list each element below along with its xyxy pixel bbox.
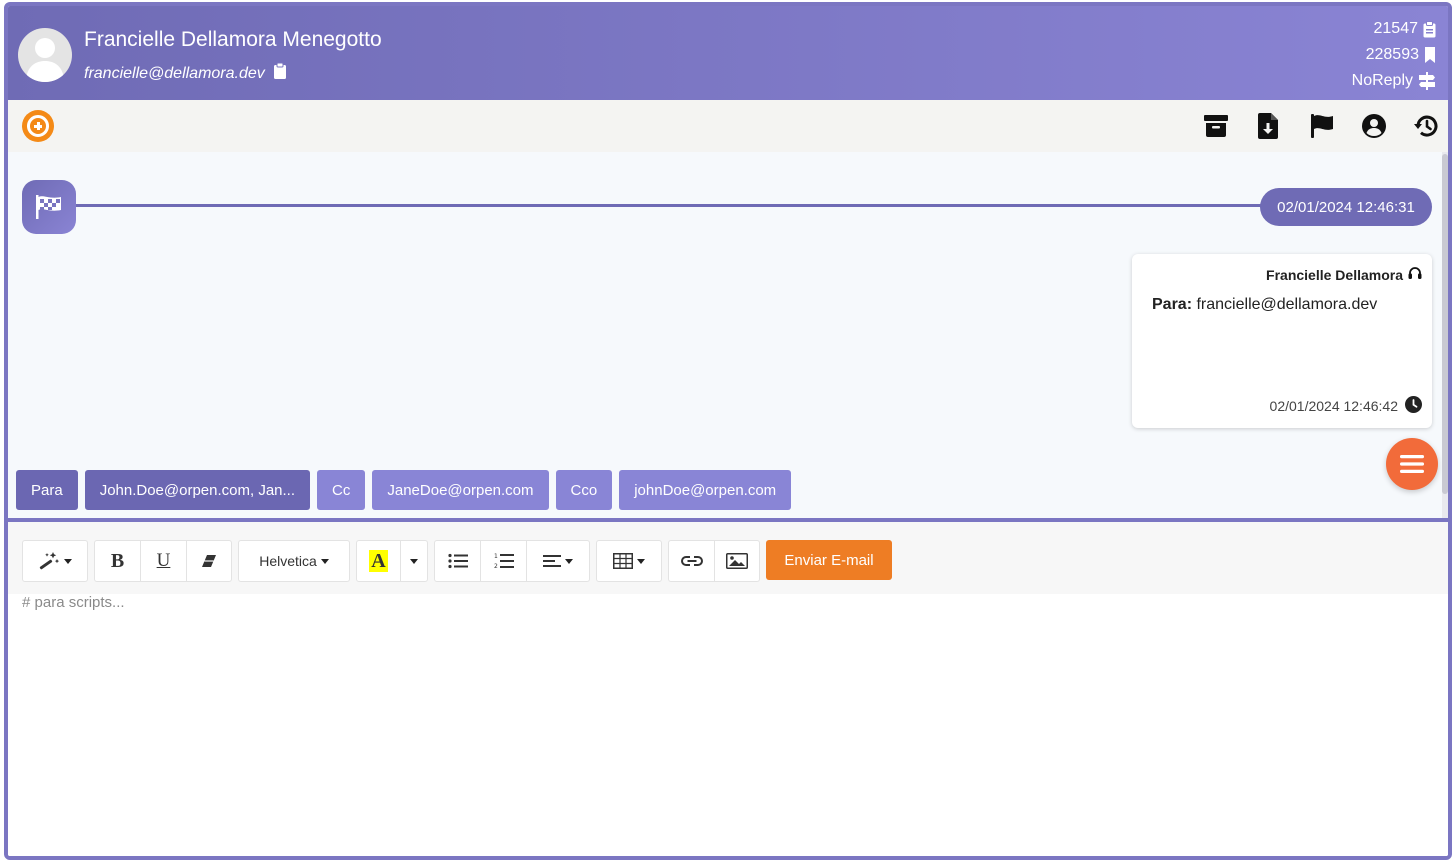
align-button[interactable]: [527, 541, 589, 581]
conversation-scrollbar[interactable]: [1442, 152, 1448, 518]
bookmark-icon: [1424, 47, 1436, 63]
bars-icon: [1400, 455, 1424, 473]
timeline-line: [70, 204, 1270, 207]
para-label-chip[interactable]: Para: [16, 470, 78, 510]
highlight-color-button[interactable]: A: [357, 541, 401, 581]
color-dropdown-button[interactable]: [401, 541, 427, 581]
plus-circle-icon: [27, 115, 49, 137]
style-group: [22, 540, 88, 582]
send-email-button[interactable]: Enviar E-mail: [766, 540, 892, 580]
clear-format-button[interactable]: [187, 541, 231, 581]
bold-button[interactable]: B: [95, 541, 141, 581]
cc-value-chip[interactable]: JaneDoe@orpen.com: [372, 470, 549, 510]
ticket-count-value: 21547: [1373, 20, 1419, 37]
paragraph-group: 12: [434, 540, 590, 582]
color-group: A: [356, 540, 428, 582]
editor-toolbar: B U Helvetica A 1 2 Enviar E-mail: [8, 522, 1448, 594]
signpost-icon: [1418, 72, 1436, 90]
recipient-chips: Para John.Doe@orpen.com, Jan... Cc JaneD…: [16, 470, 792, 510]
magic-wand-icon: [39, 552, 60, 570]
protocol-number: 228593: [1366, 46, 1436, 64]
highlight-color-preview: A: [369, 550, 388, 572]
headset-icon: [1408, 266, 1422, 283]
contact-email: francielle@dellamora.dev: [84, 62, 287, 85]
insert-group: [668, 540, 760, 582]
conversation-area: 02/01/2024 12:46:31 Francielle Dellamora…: [8, 152, 1448, 518]
table-icon: [613, 553, 633, 569]
image-icon: [726, 553, 748, 569]
clipboard-icon: [1423, 20, 1436, 38]
svg-text:2: 2: [494, 563, 498, 570]
message-time: 02/01/2024 12:46:42: [1270, 396, 1422, 416]
svg-text:1: 1: [494, 553, 498, 560]
font-family-group: Helvetica: [238, 540, 350, 582]
para-value-chip[interactable]: John.Doe@orpen.com, Jan...: [84, 470, 311, 510]
magic-style-button[interactable]: [23, 541, 87, 581]
message-sender: Francielle Dellamora: [1266, 266, 1422, 283]
email-window: Francielle Dellamora Menegotto franciell…: [4, 2, 1452, 860]
editor-body-placeholder[interactable]: # para scripts...: [22, 594, 125, 611]
history-icon[interactable]: [1412, 112, 1440, 140]
font-family-select[interactable]: Helvetica: [239, 541, 349, 581]
insert-link-button[interactable]: [669, 541, 715, 581]
reply-status: NoReply: [1352, 72, 1436, 90]
align-left-icon: [543, 555, 561, 567]
add-button[interactable]: [22, 110, 54, 142]
message-time-value: 02/01/2024 12:46:42: [1269, 398, 1398, 414]
menu-fab-button[interactable]: [1386, 438, 1438, 490]
table-group: [596, 540, 662, 582]
ticket-count: 21547: [1374, 20, 1437, 38]
scrollbar-thumb[interactable]: [1442, 154, 1448, 494]
email-editor: B U Helvetica A 1 2 Enviar E-mail # para…: [8, 522, 1448, 856]
clipboard-icon[interactable]: [273, 62, 287, 85]
font-family-value: Helvetica: [259, 553, 317, 569]
cc-label-chip[interactable]: Cc: [317, 470, 366, 510]
timeline-start-time: 02/01/2024 12:46:31: [1260, 188, 1432, 226]
contact-name: Francielle Dellamora Menegotto: [84, 28, 382, 51]
archive-icon[interactable]: [1202, 112, 1230, 140]
user-circle-icon[interactable]: [1360, 112, 1388, 140]
ordered-list-button[interactable]: 12: [481, 541, 527, 581]
list-ol-icon: 12: [494, 553, 514, 570]
action-toolbar: [8, 100, 1448, 152]
eraser-icon: [202, 555, 216, 567]
message-card[interactable]: Francielle Dellamora Para: francielle@de…: [1132, 254, 1432, 428]
file-download-icon[interactable]: [1254, 112, 1282, 140]
link-icon: [680, 556, 703, 566]
avatar: [18, 28, 72, 82]
message-to-value: francielle@dellamora.dev: [1196, 296, 1378, 313]
contact-header: Francielle Dellamora Menegotto franciell…: [8, 6, 1448, 100]
flag-checkered-icon: [22, 180, 76, 234]
message-sender-name: Francielle Dellamora: [1266, 266, 1403, 283]
list-ul-icon: [447, 553, 468, 569]
format-group: B U: [94, 540, 232, 582]
clock-icon: [1405, 396, 1422, 416]
unordered-list-button[interactable]: [435, 541, 481, 581]
message-to-label: Para:: [1152, 296, 1193, 313]
underline-button[interactable]: U: [141, 541, 187, 581]
cco-label-chip[interactable]: Cco: [555, 470, 613, 510]
insert-image-button[interactable]: [715, 541, 759, 581]
contact-email-text: francielle@dellamora.dev: [84, 64, 265, 82]
protocol-number-value: 228593: [1365, 46, 1419, 63]
flag-icon[interactable]: [1308, 112, 1336, 140]
message-recipient: Para: francielle@dellamora.dev: [1152, 296, 1377, 314]
cco-value-chip[interactable]: johnDoe@orpen.com: [619, 470, 792, 510]
reply-status-value: NoReply: [1351, 72, 1413, 89]
insert-table-button[interactable]: [597, 541, 661, 581]
